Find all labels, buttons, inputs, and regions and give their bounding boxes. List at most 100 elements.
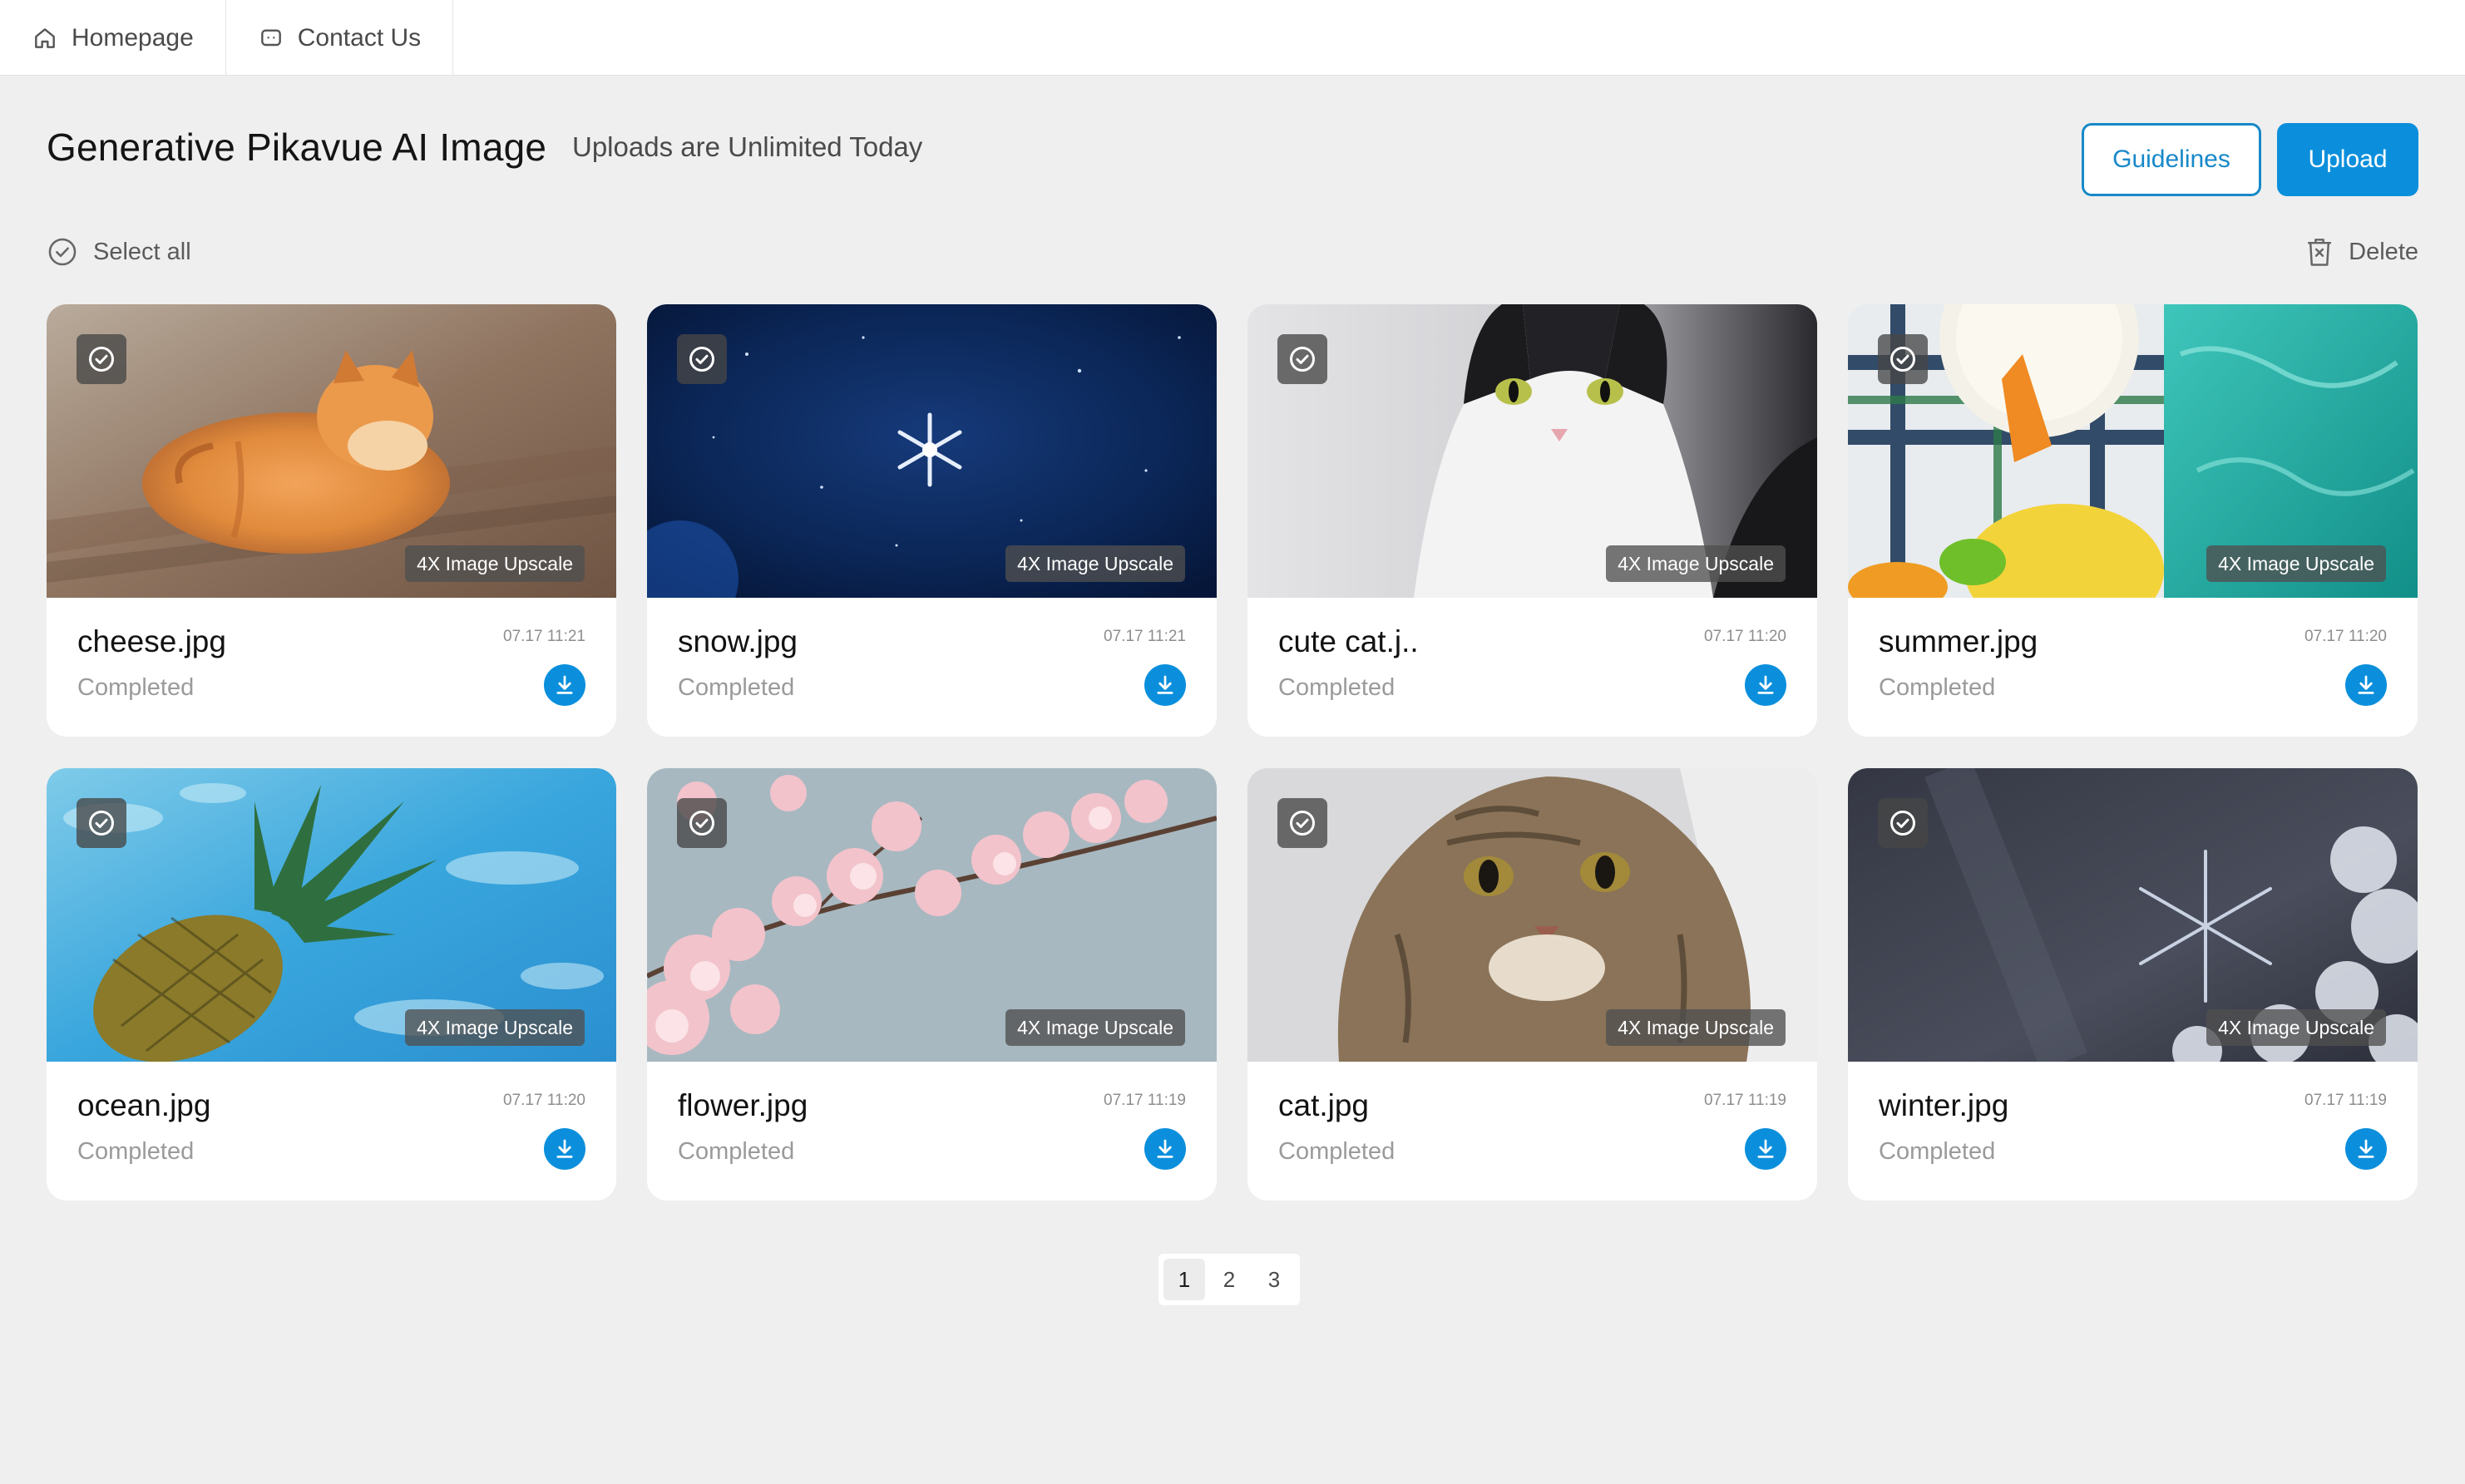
download-button[interactable] bbox=[1745, 664, 1786, 706]
image-card[interactable]: 4X Image Upscale flower.jpg Completed 07… bbox=[647, 768, 1217, 1201]
download-icon bbox=[2358, 1139, 2374, 1158]
file-status: Completed bbox=[1278, 1138, 1396, 1165]
check-circle-icon bbox=[89, 811, 114, 836]
image-card[interactable]: 4X Image Upscale winter.jpg Completed 07… bbox=[1848, 768, 2418, 1201]
file-name: snow.jpg bbox=[678, 624, 798, 658]
download-button[interactable] bbox=[1144, 1128, 1186, 1170]
select-all-label: Select all bbox=[93, 238, 191, 265]
file-timestamp: 07.17 11:21 bbox=[1104, 628, 1186, 645]
select-checkbox[interactable] bbox=[677, 798, 727, 848]
nav-tab-label: Homepage bbox=[72, 23, 194, 52]
image-card[interactable]: 4X Image Upscale cat.jpg Completed 07.17… bbox=[1247, 768, 1817, 1201]
download-button[interactable] bbox=[544, 1128, 585, 1170]
image-card[interactable]: 4X Image Upscale cheese.jpg Completed 07… bbox=[47, 304, 616, 737]
download-button[interactable] bbox=[1745, 1128, 1786, 1170]
home-icon bbox=[35, 27, 55, 48]
check-circle-icon bbox=[1290, 811, 1315, 836]
guidelines-button[interactable]: Guidelines bbox=[2082, 123, 2261, 196]
check-circle-icon bbox=[1290, 347, 1315, 372]
image-thumbnail[interactable]: 4X Image Upscale bbox=[1247, 768, 1817, 1062]
card-info: ocean.jpg Completed 07.17 11:20 bbox=[47, 1062, 616, 1201]
upscale-badge: 4X Image Upscale bbox=[1606, 545, 1786, 582]
top-nav: Homepage Contact Us bbox=[0, 0, 2465, 76]
upscale-badge: 4X Image Upscale bbox=[1606, 1009, 1786, 1046]
file-timestamp: 07.17 11:19 bbox=[2304, 1092, 2387, 1109]
download-icon bbox=[556, 675, 573, 694]
file-name: cat.jpg bbox=[1278, 1088, 1370, 1122]
chat-icon bbox=[260, 28, 281, 46]
select-all-toggle[interactable]: Select all bbox=[47, 234, 191, 269]
image-card[interactable]: 4X Image Upscale summer.jpg Completed 07… bbox=[1848, 304, 2418, 737]
delete-label: Delete bbox=[2349, 238, 2418, 265]
select-checkbox[interactable] bbox=[77, 334, 126, 384]
image-card[interactable]: 4X Image Upscale snow.jpg Completed 07.1… bbox=[647, 304, 1217, 737]
download-icon bbox=[1157, 675, 1173, 694]
file-timestamp: 07.17 11:20 bbox=[2304, 628, 2387, 645]
select-checkbox[interactable] bbox=[1878, 334, 1928, 384]
file-timestamp: 07.17 11:19 bbox=[1704, 1092, 1786, 1109]
select-checkbox[interactable] bbox=[1878, 798, 1928, 848]
image-thumbnail[interactable]: 4X Image Upscale bbox=[1848, 768, 2418, 1062]
select-checkbox[interactable] bbox=[77, 798, 126, 848]
file-status: Completed bbox=[77, 674, 195, 701]
file-status: Completed bbox=[1278, 674, 1396, 701]
file-timestamp: 07.17 11:20 bbox=[503, 1092, 585, 1109]
file-name: ocean.jpg bbox=[77, 1088, 211, 1122]
download-icon bbox=[2358, 675, 2374, 694]
file-status: Completed bbox=[1879, 1138, 1996, 1165]
image-thumbnail[interactable]: 4X Image Upscale bbox=[47, 304, 616, 598]
trash-icon bbox=[2308, 239, 2332, 266]
upscale-badge: 4X Image Upscale bbox=[1005, 1009, 1185, 1046]
download-icon bbox=[1757, 675, 1774, 694]
file-name: cute cat.j.. bbox=[1278, 624, 1419, 658]
nav-tab-homepage[interactable]: Homepage bbox=[0, 0, 226, 76]
card-info: flower.jpg Completed 07.17 11:19 bbox=[647, 1062, 1217, 1201]
image-thumbnail[interactable]: 4X Image Upscale bbox=[47, 768, 616, 1062]
download-icon bbox=[556, 1139, 573, 1158]
card-info: winter.jpg Completed 07.17 11:19 bbox=[1848, 1062, 2418, 1201]
file-status: Completed bbox=[77, 1138, 195, 1165]
check-circle-icon bbox=[48, 238, 77, 266]
download-button[interactable] bbox=[2345, 664, 2387, 706]
page-subtitle: Uploads are Unlimited Today bbox=[572, 131, 923, 162]
file-status: Completed bbox=[678, 1138, 795, 1165]
file-timestamp: 07.17 11:20 bbox=[1704, 628, 1786, 645]
card-info: snow.jpg Completed 07.17 11:21 bbox=[647, 598, 1217, 737]
download-icon bbox=[1157, 1139, 1173, 1158]
page-button-3[interactable]: 3 bbox=[1253, 1259, 1295, 1300]
check-circle-icon bbox=[689, 347, 714, 372]
image-thumbnail[interactable]: 4X Image Upscale bbox=[647, 768, 1217, 1062]
download-icon bbox=[1757, 1139, 1774, 1158]
upscale-badge: 4X Image Upscale bbox=[1005, 545, 1185, 582]
image-thumbnail[interactable]: 4X Image Upscale bbox=[1848, 304, 2418, 598]
upload-button[interactable]: Upload bbox=[2277, 123, 2418, 196]
upscale-badge: 4X Image Upscale bbox=[405, 1009, 585, 1046]
select-checkbox[interactable] bbox=[677, 334, 727, 384]
check-circle-icon bbox=[89, 347, 114, 372]
image-card[interactable]: 4X Image Upscale ocean.jpg Completed 07.… bbox=[47, 768, 616, 1201]
download-button[interactable] bbox=[544, 664, 585, 706]
download-button[interactable] bbox=[2345, 1128, 2387, 1170]
image-card[interactable]: 4X Image Upscale cute cat.j.. Completed … bbox=[1247, 304, 1817, 737]
select-checkbox[interactable] bbox=[1277, 334, 1327, 384]
pagination: 1 2 3 bbox=[1158, 1254, 1300, 1305]
download-button[interactable] bbox=[1144, 664, 1186, 706]
image-thumbnail[interactable]: 4X Image Upscale bbox=[647, 304, 1217, 598]
page-title: Generative Pikavue AI Image bbox=[47, 126, 547, 169]
delete-button[interactable]: Delete bbox=[2305, 234, 2418, 269]
select-checkbox[interactable] bbox=[1277, 798, 1327, 848]
upscale-badge: 4X Image Upscale bbox=[405, 545, 585, 582]
image-thumbnail[interactable]: 4X Image Upscale bbox=[1247, 304, 1817, 598]
nav-tab-label: Contact Us bbox=[297, 23, 422, 52]
check-circle-icon bbox=[1890, 811, 1915, 836]
card-info: cheese.jpg Completed 07.17 11:21 bbox=[47, 598, 616, 737]
upscale-badge: 4X Image Upscale bbox=[2206, 545, 2386, 582]
file-name: summer.jpg bbox=[1879, 624, 2038, 658]
page-button-2[interactable]: 2 bbox=[1208, 1259, 1250, 1300]
file-name: flower.jpg bbox=[678, 1088, 808, 1122]
nav-tab-contact-us[interactable]: Contact Us bbox=[226, 0, 454, 76]
file-status: Completed bbox=[1879, 674, 1996, 701]
page-button-1[interactable]: 1 bbox=[1163, 1259, 1205, 1300]
file-status: Completed bbox=[678, 674, 795, 701]
file-timestamp: 07.17 11:19 bbox=[1104, 1092, 1186, 1109]
